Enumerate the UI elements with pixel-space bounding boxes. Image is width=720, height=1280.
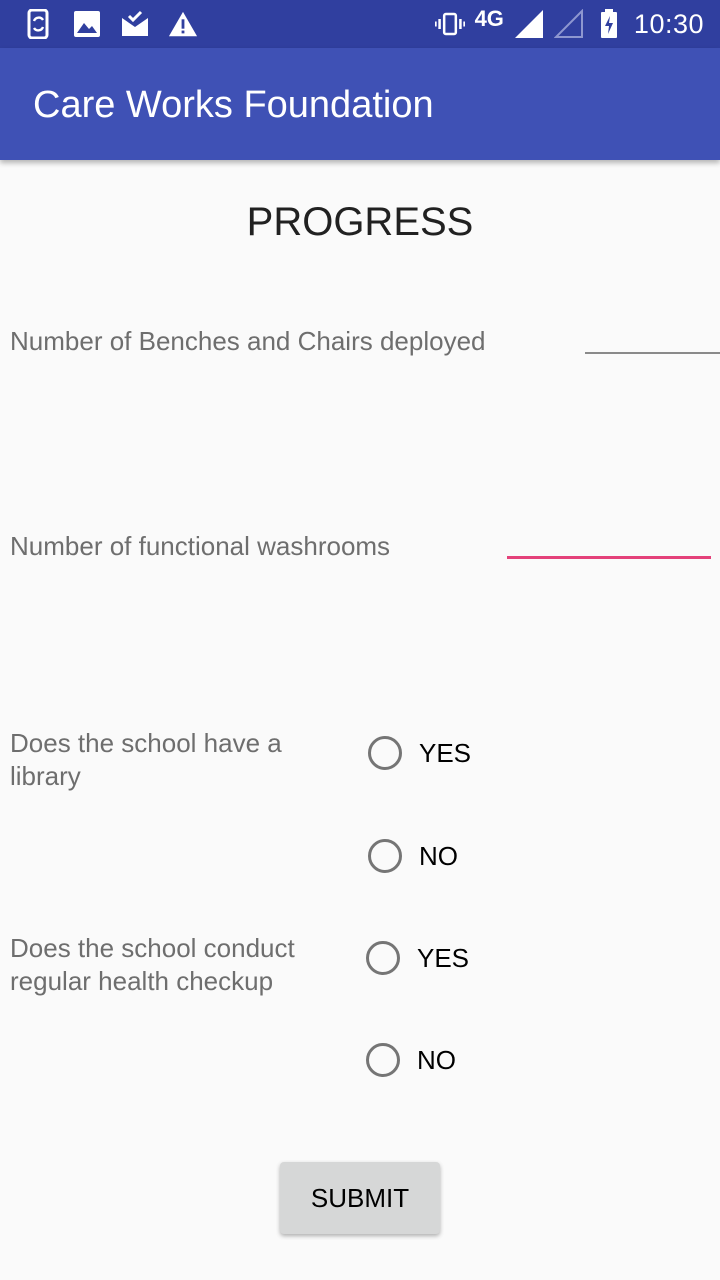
benches-input[interactable]	[585, 316, 720, 354]
library-yes-radio[interactable]: YES	[368, 736, 471, 770]
washrooms-input[interactable]	[507, 520, 711, 559]
radio-label: YES	[417, 942, 470, 973]
warning-icon	[168, 9, 198, 39]
vibrate-icon	[434, 9, 465, 39]
radio-label: NO	[419, 840, 458, 871]
radio-circle-icon[interactable]	[366, 941, 400, 975]
battery-charging-icon	[594, 9, 624, 39]
notification-icons	[24, 8, 198, 40]
signal-empty-icon	[553, 9, 584, 39]
signal-full-icon	[514, 9, 544, 39]
phone-sync-icon	[24, 9, 54, 39]
app-bar: Care Works Foundation	[0, 48, 720, 160]
washrooms-label: Number of functional washrooms	[10, 531, 391, 561]
network-type: 4G	[474, 6, 504, 31]
app-title: Care Works Foundation	[33, 84, 434, 126]
health-no-radio[interactable]: NO	[366, 1043, 456, 1077]
radio-circle-icon[interactable]	[368, 839, 402, 873]
radio-circle-icon[interactable]	[368, 736, 402, 770]
health-question: Does the school conduct regular health c…	[10, 933, 295, 996]
radio-label: NO	[417, 1044, 456, 1075]
image-icon	[72, 9, 102, 39]
radio-label: YES	[419, 737, 472, 768]
submit-button[interactable]: SUBMIT	[280, 1162, 440, 1234]
radio-circle-icon[interactable]	[366, 1043, 400, 1077]
mail-check-icon	[120, 9, 150, 39]
health-yes-radio[interactable]: YES	[366, 941, 469, 975]
benches-label: Number of Benches and Chairs deployed	[10, 326, 486, 356]
library-question: Does the school have a library	[10, 728, 282, 791]
page-title: PROGRESS	[246, 200, 474, 244]
library-no-radio[interactable]: NO	[368, 839, 458, 873]
status-bar: 4G 10:30	[0, 0, 720, 48]
clock: 10:30	[633, 8, 704, 39]
system-icons: 4G 10:30	[434, 4, 704, 44]
